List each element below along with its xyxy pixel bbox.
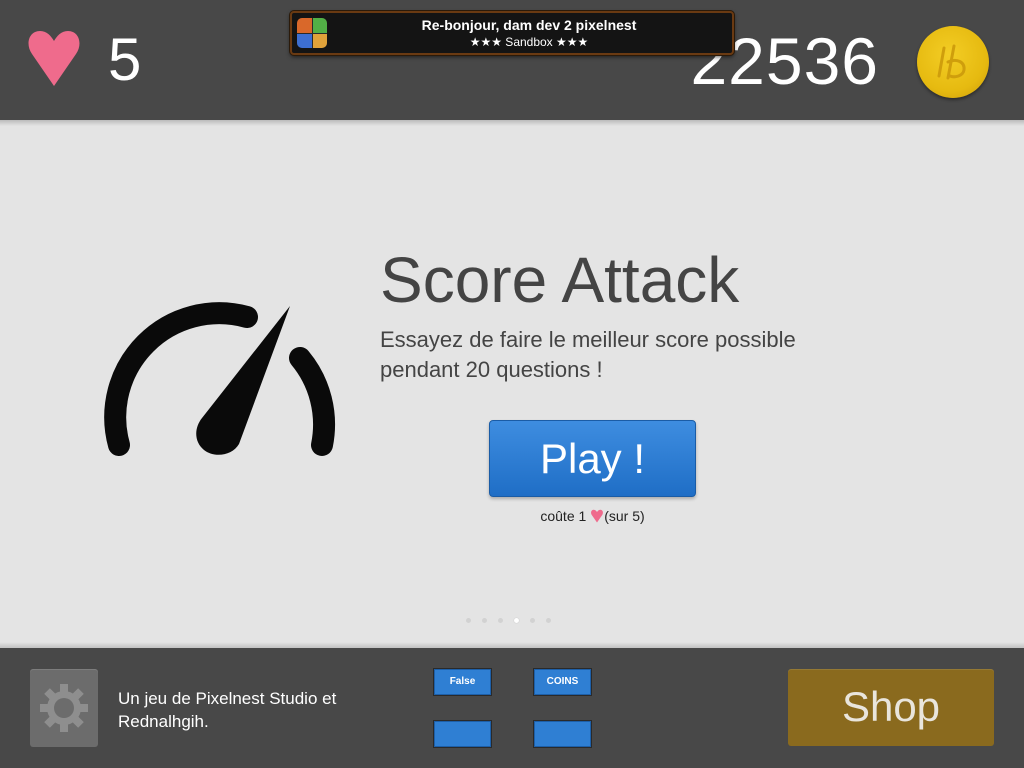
page-indicator[interactable] <box>466 618 551 626</box>
notification-banner[interactable]: Re-bonjour, dam dev 2 pixelnest ★★★ Sand… <box>290 11 734 55</box>
heart-icon <box>28 31 80 86</box>
page-dot[interactable] <box>466 618 471 623</box>
play-cost: coûte 1 (sur 5) <box>489 506 696 526</box>
settings-button[interactable] <box>30 669 98 747</box>
mode-description: Essayez de faire le meilleur score possi… <box>380 327 796 382</box>
lives-count: 5 <box>108 26 142 93</box>
page-dot-active[interactable] <box>514 618 519 623</box>
cost-prefix: coûte 1 <box>540 508 587 524</box>
page-dot[interactable] <box>530 618 535 623</box>
page-dot[interactable] <box>498 618 503 623</box>
coin-icon[interactable] <box>917 26 989 98</box>
page-dot[interactable] <box>482 618 487 623</box>
debug-coins-button[interactable]: COINS <box>534 669 591 695</box>
credits-text: Un jeu de Pixelnest Studio et Rednalhgih… <box>118 689 337 731</box>
game-center-icon <box>297 18 327 48</box>
debug-button-4[interactable] <box>534 721 591 747</box>
top-bar: 5 22536 Re-bonjour, dam dev 2 pixelnest … <box>0 0 1024 126</box>
shop-button[interactable]: Shop <box>788 669 994 746</box>
heart-icon <box>591 509 604 523</box>
debug-button-3[interactable] <box>434 721 491 747</box>
mode-title: Score Attack <box>380 244 740 316</box>
bottom-bar: Un jeu de Pixelnest Studio et Rednalhgih… <box>0 642 1024 768</box>
play-button[interactable]: Play ! <box>489 420 696 497</box>
coin-emblem-icon <box>937 44 966 80</box>
gear-icon <box>40 684 88 732</box>
notification-title: Re-bonjour, dam dev 2 pixelnest <box>421 17 637 33</box>
debug-false-button[interactable]: False <box>434 669 491 695</box>
speedometer-icon <box>104 302 335 456</box>
page-dot[interactable] <box>546 618 551 623</box>
cost-suffix: (sur 5) <box>604 508 645 524</box>
notification-subtitle: ★★★ Sandbox ★★★ <box>469 35 589 49</box>
